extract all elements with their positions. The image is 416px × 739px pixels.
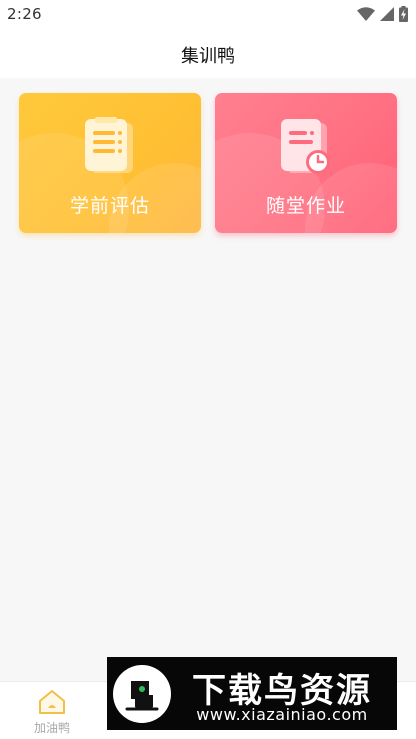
page-title: 集训鸭 (181, 46, 235, 67)
homework-card[interactable]: 随堂作业 (215, 93, 397, 233)
status-icons (357, 6, 408, 22)
home-icon (39, 690, 65, 714)
document-clock-icon (281, 119, 330, 174)
tab-home[interactable]: 加油鸭 (0, 682, 104, 739)
status-time: 2:26 (7, 5, 42, 23)
card-label: 随堂作业 (265, 195, 346, 217)
app-bar: 集训鸭 (0, 28, 416, 78)
card-label: 学前评估 (69, 195, 150, 217)
battery-icon (399, 6, 408, 22)
feature-cards: 学前评估 随堂作业 (19, 93, 397, 233)
watermark-banner: 下载鸟资源 www.xiazainiao.com (107, 657, 397, 730)
pre-assessment-card[interactable]: 学前评估 (19, 93, 201, 233)
bird-logo-graphic (125, 681, 159, 711)
status-bar: 2:26 (0, 0, 416, 28)
signal-icon (380, 7, 394, 21)
watermark-url: www.xiazainiao.com (196, 705, 368, 724)
clipboard-icon (85, 117, 133, 173)
tab-label: 加油鸭 (33, 721, 70, 735)
wifi-icon (357, 7, 375, 21)
bird-logo-icon (113, 665, 171, 723)
